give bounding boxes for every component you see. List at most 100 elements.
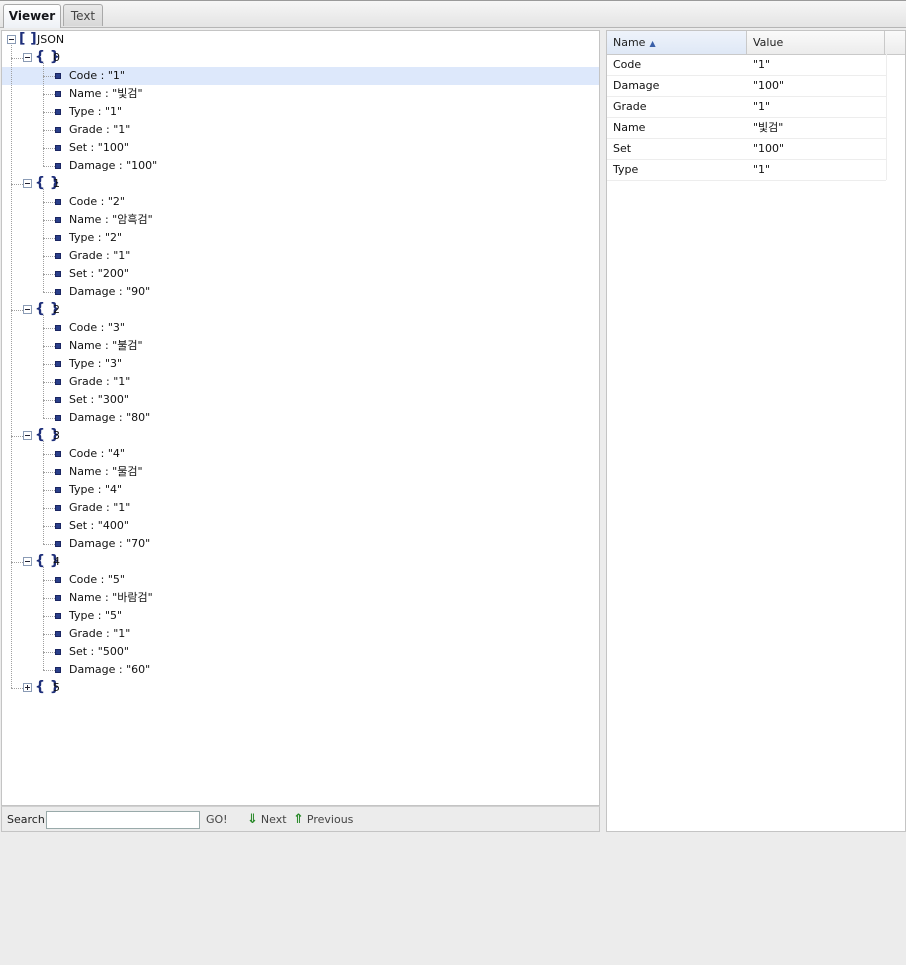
tree-leaf-row[interactable]: Type : "3" bbox=[2, 355, 599, 373]
tree-leaf-label: Set : "200" bbox=[69, 267, 129, 280]
tree-leaf-label: Name : "암흑검" bbox=[69, 213, 153, 226]
json-tree-panel[interactable]: [ ] JSON{ } 0 Code : "1" Name : "빛검" Type : "… bbox=[1, 30, 600, 806]
tree-leaf-row[interactable]: Damage : "80" bbox=[2, 409, 599, 427]
grid-row[interactable]: Name "빛검" bbox=[607, 117, 886, 139]
tree-connector bbox=[43, 544, 55, 545]
tree-connector bbox=[43, 598, 55, 599]
tree-leaf-row[interactable]: Grade : "1" bbox=[2, 121, 599, 139]
tree-connector bbox=[11, 58, 23, 59]
tree-connector bbox=[11, 184, 23, 185]
collapse-toggle-icon[interactable] bbox=[23, 53, 32, 62]
tree-leaf-row[interactable]: Type : "5" bbox=[2, 607, 599, 625]
tree-leaf-row[interactable]: Code : "3" bbox=[2, 319, 599, 337]
tree-connector bbox=[43, 292, 55, 293]
tree-leaf-row[interactable]: Damage : "100" bbox=[2, 157, 599, 175]
tree-leaf-label: Type : "2" bbox=[69, 231, 123, 244]
tree-connector bbox=[11, 688, 23, 689]
tree-connector bbox=[43, 112, 55, 113]
tab-viewer[interactable]: Viewer bbox=[3, 4, 61, 28]
tree-leaf-row[interactable]: Grade : "1" bbox=[2, 625, 599, 643]
tree-leaf-row[interactable]: Code : "4" bbox=[2, 445, 599, 463]
tree-leaf-row[interactable]: Type : "4" bbox=[2, 481, 599, 499]
leaf-node-icon bbox=[55, 271, 61, 277]
tree-leaf-label: Name : "물검" bbox=[69, 465, 143, 478]
tree-leaf-label: Grade : "1" bbox=[69, 375, 131, 388]
tree-connector bbox=[43, 616, 55, 617]
tree-leaf-row[interactable]: Name : "암흑검" bbox=[2, 211, 599, 229]
tree-connector bbox=[11, 562, 23, 563]
tree-leaf-row[interactable]: Damage : "60" bbox=[2, 661, 599, 679]
grid-row[interactable]: Grade "1" bbox=[607, 96, 886, 118]
tree-object-index: 0 bbox=[53, 51, 60, 64]
leaf-node-icon bbox=[55, 73, 61, 79]
tree-leaf-row[interactable]: Set : "100" bbox=[2, 139, 599, 157]
tree-leaf-row[interactable]: Grade : "1" bbox=[2, 247, 599, 265]
tree-connector bbox=[43, 382, 55, 383]
tree-object-row[interactable]: { } 4 bbox=[2, 553, 599, 571]
leaf-node-icon bbox=[55, 577, 61, 583]
tree-object-row[interactable]: { } 5 bbox=[2, 679, 599, 697]
tree-leaf-row[interactable]: Type : "2" bbox=[2, 229, 599, 247]
tree-leaf-row[interactable]: Set : "400" bbox=[2, 517, 599, 535]
collapse-toggle-icon[interactable] bbox=[7, 35, 16, 44]
tree-leaf-row[interactable]: Name : "물검" bbox=[2, 463, 599, 481]
tree-leaf-row[interactable]: Code : "1" bbox=[2, 67, 599, 85]
property-grid: Name ▲ Value Code "1" Damage "100" Grade "1" Na… bbox=[606, 30, 906, 832]
tree-leaf-row[interactable]: Damage : "70" bbox=[2, 535, 599, 553]
collapse-toggle-icon[interactable] bbox=[23, 557, 32, 566]
leaf-node-icon bbox=[55, 91, 61, 97]
tab-text[interactable]: Text bbox=[63, 4, 103, 26]
tree-connector bbox=[11, 310, 23, 311]
tree-object-index: 2 bbox=[53, 303, 60, 316]
tree-object-row[interactable]: { } 2 bbox=[2, 301, 599, 319]
collapse-toggle-icon[interactable] bbox=[23, 179, 32, 188]
tree-leaf-label: Grade : "1" bbox=[69, 249, 131, 262]
grid-row[interactable]: Code "1" bbox=[607, 54, 886, 76]
tree-leaf-row[interactable]: Grade : "1" bbox=[2, 373, 599, 391]
previous-button[interactable]: ⇑ Previous bbox=[293, 812, 353, 827]
tree-object-row[interactable]: { } 1 bbox=[2, 175, 599, 193]
tree-leaf-row[interactable]: Code : "2" bbox=[2, 193, 599, 211]
go-button[interactable]: GO! bbox=[206, 813, 228, 826]
leaf-node-icon bbox=[55, 523, 61, 529]
tree-connector bbox=[43, 202, 55, 203]
leaf-node-icon bbox=[55, 613, 61, 619]
tree-root-row[interactable]: [ ] JSON bbox=[2, 31, 599, 49]
grid-row[interactable]: Set "100" bbox=[607, 138, 886, 160]
collapse-toggle-icon[interactable] bbox=[23, 305, 32, 314]
tree-leaf-row[interactable]: Code : "5" bbox=[2, 571, 599, 589]
tree-leaf-label: Code : "3" bbox=[69, 321, 125, 334]
tree-leaf-row[interactable]: Set : "500" bbox=[2, 643, 599, 661]
expand-toggle-icon[interactable] bbox=[23, 683, 32, 692]
tree-connector bbox=[43, 274, 55, 275]
grid-cell-value: "100" bbox=[753, 142, 785, 155]
tree-guide-line bbox=[11, 45, 12, 688]
tree-leaf-row[interactable]: Set : "300" bbox=[2, 391, 599, 409]
tree-object-row[interactable]: { } 3 bbox=[2, 427, 599, 445]
tree-leaf-row[interactable]: Name : "불검" bbox=[2, 337, 599, 355]
tree-leaf-row[interactable]: Set : "200" bbox=[2, 265, 599, 283]
leaf-node-icon bbox=[55, 541, 61, 547]
grid-row[interactable]: Type "1" bbox=[607, 159, 886, 181]
next-button[interactable]: ⇓ Next bbox=[247, 812, 287, 827]
leaf-node-icon bbox=[55, 325, 61, 331]
arrow-down-icon: ⇓ bbox=[247, 812, 258, 827]
tree-root-label: JSON bbox=[37, 33, 65, 46]
grid-cell-value: "1" bbox=[753, 58, 771, 71]
tree-leaf-row[interactable]: Type : "1" bbox=[2, 103, 599, 121]
tree-leaf-row[interactable]: Damage : "90" bbox=[2, 283, 599, 301]
grid-row[interactable]: Damage "100" bbox=[607, 75, 886, 97]
tree-leaf-row[interactable]: Grade : "1" bbox=[2, 499, 599, 517]
tree-object-index: 3 bbox=[53, 429, 60, 442]
column-header-value[interactable]: Value bbox=[747, 31, 885, 54]
search-input[interactable] bbox=[46, 811, 200, 829]
leaf-node-icon bbox=[55, 469, 61, 475]
leaf-node-icon bbox=[55, 649, 61, 655]
tree-object-row[interactable]: { } 0 bbox=[2, 49, 599, 67]
grid-cell-name: Grade bbox=[613, 100, 647, 113]
tree-connector bbox=[11, 436, 23, 437]
column-header-name[interactable]: Name ▲ bbox=[607, 31, 747, 54]
collapse-toggle-icon[interactable] bbox=[23, 431, 32, 440]
tree-leaf-row[interactable]: Name : "바람검" bbox=[2, 589, 599, 607]
tree-leaf-row[interactable]: Name : "빛검" bbox=[2, 85, 599, 103]
